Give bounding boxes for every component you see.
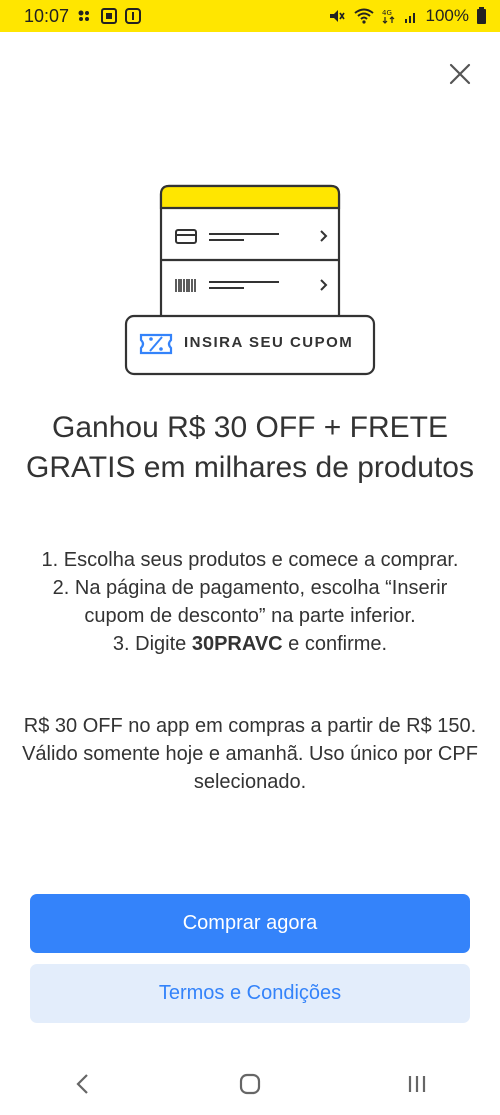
- steps-list: 1. Escolha seus produtos e comece a comp…: [20, 546, 480, 658]
- coupon-illustration: INSIRA SEU CUPOM: [124, 184, 376, 380]
- promo-headline: Ganhou R$ 30 OFF + FRETE GRATIS em milha…: [26, 411, 474, 484]
- step-1: 1. Escolha seus produtos e comece a comp…: [41, 549, 459, 571]
- terms-conditions-button[interactable]: Termos e Condições: [30, 964, 470, 1023]
- back-button[interactable]: [63, 1064, 103, 1104]
- shield-notification-icon: [125, 8, 142, 24]
- step-3: 3. Digite 30PRAVC e confirme.: [20, 630, 480, 658]
- app-notification-icon: [101, 8, 118, 24]
- status-time: 10:07: [24, 5, 70, 26]
- home-button[interactable]: [230, 1064, 270, 1104]
- step-2: 2. Na página de pagamento, escolha “Inse…: [52, 577, 448, 627]
- terms-summary: R$ 30 OFF no app em compras a partir de …: [22, 715, 478, 793]
- mute-icon: [329, 10, 345, 22]
- status-left: 10:07: [24, 5, 142, 27]
- step-3-suffix: e confirme.: [282, 633, 388, 655]
- close-icon[interactable]: [446, 60, 474, 88]
- buy-now-button[interactable]: Comprar agora: [30, 894, 470, 953]
- recents-button[interactable]: [397, 1064, 437, 1104]
- 4g-icon: 4G: [382, 9, 394, 24]
- status-right: 4G 100%: [328, 6, 486, 26]
- system-nav-bar: [0, 1052, 500, 1115]
- dots-icon: [78, 10, 90, 21]
- back-icon: [76, 1073, 89, 1094]
- home-icon: [239, 1073, 261, 1094]
- coupon-code: 30PRAVC: [191, 633, 283, 655]
- battery-percentage: 100%: [425, 6, 469, 25]
- svg-text:4G: 4G: [382, 9, 392, 17]
- battery-icon: [477, 6, 486, 24]
- wifi-icon: [353, 8, 374, 24]
- recents-icon: [408, 1075, 425, 1092]
- signal-icon: [404, 13, 415, 23]
- coupon-label: INSIRA SEU CUPOM: [184, 334, 354, 351]
- status-bar: 10:07 4G 100%: [0, 0, 500, 32]
- step-3-prefix: 3. Digite: [112, 633, 192, 655]
